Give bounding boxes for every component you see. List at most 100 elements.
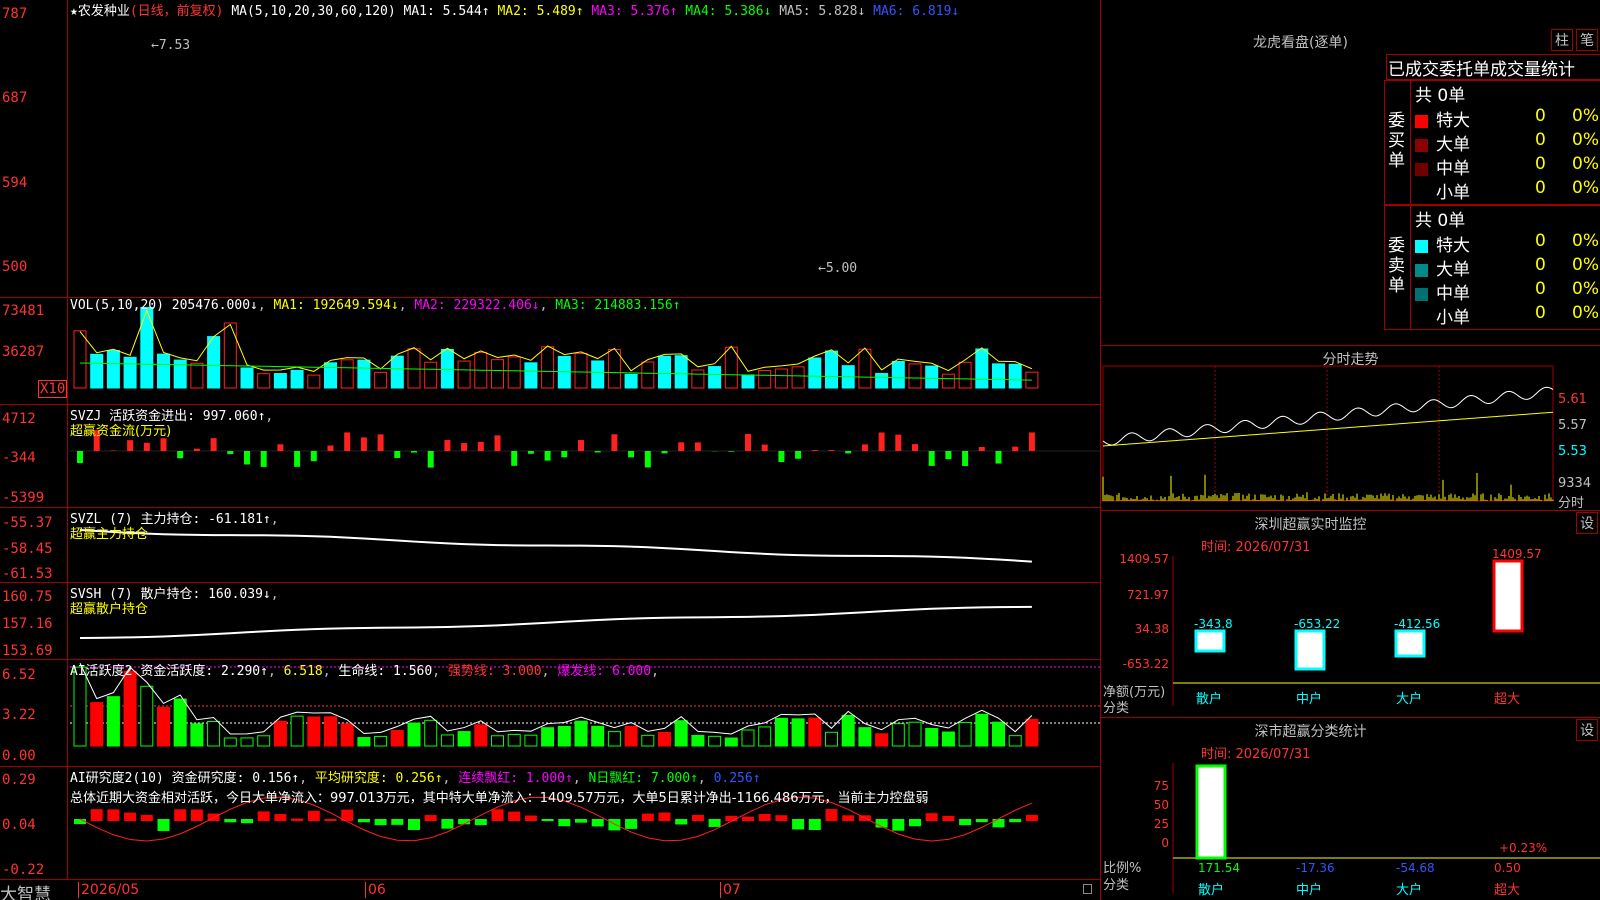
- volume-bar: [708, 366, 722, 389]
- flow-bar: [427, 451, 434, 468]
- sell-row: 中单: [1415, 279, 1470, 304]
- volume-bar: [457, 360, 471, 389]
- kline-panel[interactable]: 787 687 594 500 ★农发种业(日线，前复权) MA(5,10,20…: [0, 0, 1100, 298]
- flow-bar: [795, 451, 802, 459]
- ai1-l5: 爆发线: 6.000: [557, 664, 652, 679]
- activity-bar: [724, 737, 738, 747]
- monitor-tick: -653.22: [1123, 657, 1169, 671]
- buy-total: 共 0单: [1415, 86, 1466, 106]
- classify-panel: 深市超赢分类统计 设 时间: 2026/07/31 75 50 25 0 171.54 散…: [1100, 717, 1600, 900]
- ai-research-panel[interactable]: 0.29 0.04 -0.22 AI研究度2(10) 资金研究度: 0.156↑…: [0, 767, 1100, 880]
- monitor-tick: 34.38: [1135, 622, 1169, 636]
- trading-terminal: 787 687 594 500 ★农发种业(日线，前复权) MA(5,10,20…: [0, 0, 1600, 900]
- classify-tick: 75: [1154, 779, 1169, 793]
- sell-pct: 0%: [1572, 303, 1599, 323]
- bar-mode-button[interactable]: 柱: [1551, 29, 1573, 51]
- intraday-price-line: [1102, 386, 1554, 446]
- ai1-l2: 6.518: [283, 664, 323, 679]
- volume-bar: [424, 361, 438, 389]
- research-bar: [107, 809, 120, 821]
- research-bar: [508, 811, 521, 821]
- activity-bar: [674, 720, 688, 747]
- flow-bar: [310, 451, 317, 462]
- activity-bar: [507, 733, 521, 747]
- sell-total: 共 0单: [1415, 211, 1466, 231]
- volume-bar: [691, 369, 705, 389]
- research-bar: [174, 809, 187, 821]
- tick-mode-button[interactable]: 笔: [1576, 29, 1598, 51]
- volume-bar: [73, 330, 87, 389]
- stock-name[interactable]: 农发种业: [78, 4, 130, 19]
- lock-icon[interactable]: [1083, 884, 1092, 894]
- intraday-panel[interactable]: 分时走势 5.61 5.57 5.53 9334 分时: [1100, 345, 1600, 511]
- research-bar: [140, 814, 153, 821]
- volume-bar: [541, 346, 555, 389]
- svzl-panel[interactable]: -55.37 -58.45 -61.53 SVZL (7) 主力持仓: -61.…: [0, 508, 1100, 583]
- volume-bar: [591, 360, 605, 389]
- research-bar: [691, 814, 704, 821]
- vol-title: VOL(5,10,20): [70, 298, 164, 313]
- activity-bar: [708, 735, 722, 747]
- volume-bar: [858, 348, 872, 389]
- activity-bar: [307, 716, 321, 747]
- monitor-ylabel: 分类: [1103, 701, 1130, 716]
- ai-activity-panel[interactable]: 6.52 3.22 0.00 AI活跃度2 资金活跃度: 2.290↑, 6.5…: [0, 660, 1100, 767]
- volume-chart[interactable]: [0, 298, 1100, 405]
- research-bar: [808, 819, 821, 830]
- flow-bar: [628, 451, 635, 458]
- classify-tick: 50: [1154, 798, 1169, 812]
- volume-bar: [891, 360, 905, 389]
- x-label: 2026/05: [78, 882, 139, 898]
- flow-bar: [461, 443, 468, 451]
- star-icon[interactable]: ★: [70, 4, 78, 19]
- research-bar: [357, 819, 370, 823]
- research-bar: [842, 815, 855, 821]
- research-bar: [90, 809, 103, 821]
- volume-bar: [307, 374, 321, 389]
- research-bar: [725, 815, 738, 821]
- flow-bar: [644, 451, 651, 468]
- research-bar: [625, 819, 638, 829]
- volume-bar: [941, 373, 955, 389]
- ai1-l3: 生命线: 1.560: [338, 664, 433, 679]
- classify-pct-note: +0.23%: [1499, 841, 1548, 855]
- flow-bar: [878, 432, 885, 451]
- svsh-panel[interactable]: 160.75 157.16 153.69 SVSH (7) 散户持仓: 160.…: [0, 583, 1100, 660]
- period-label[interactable]: (日线，前复权): [130, 4, 224, 19]
- flow-bar: [995, 451, 1002, 464]
- volume-panel[interactable]: 73481 36287 X10 VOL(5,10,20) 205476.000↓…: [0, 298, 1100, 405]
- research-bar: [124, 812, 137, 821]
- ma5-value: MA5: 5.828↓: [779, 4, 866, 19]
- activity-bar: [340, 723, 354, 747]
- flow-bar: [578, 440, 584, 451]
- brand-logo: 大智慧: [0, 885, 51, 900]
- activity-bar: [240, 737, 254, 747]
- research-bar: [575, 819, 587, 823]
- research-bar: [959, 819, 972, 826]
- activity-bar: [808, 717, 822, 747]
- color-swatch: [1415, 114, 1428, 128]
- color-swatch: [1415, 239, 1428, 253]
- ai1-header: AI活跃度2 资金活跃度: 2.290↑, 6.518, 生命线: 1.560,…: [70, 664, 659, 679]
- research-bar: [224, 819, 237, 823]
- flow-bar: [277, 444, 284, 451]
- color-swatch: [1415, 162, 1428, 176]
- volume-bar: [825, 350, 838, 389]
- buy-count: 0: [1535, 178, 1546, 198]
- sell-count: 0: [1535, 303, 1546, 323]
- research-bar: [524, 815, 537, 821]
- intraday-chart[interactable]: [1101, 346, 1600, 511]
- classify-bar-value: -54.68: [1396, 861, 1435, 875]
- classify-bar-value: 171.54: [1198, 861, 1240, 875]
- activity-bar: [658, 731, 671, 747]
- volume-bar: [1008, 363, 1022, 389]
- volume-bar: [958, 361, 972, 389]
- volume-bar: [240, 367, 254, 389]
- flow-bar: [411, 451, 417, 453]
- classify-cat-label: 中户: [1296, 882, 1322, 898]
- activity-bar: [574, 720, 588, 747]
- svzj-panel[interactable]: 4712 -344 -5399 SVZJ 活跃资金进出: 997.060↑, 超…: [0, 405, 1100, 508]
- flow-bar: [110, 450, 117, 451]
- ma3-value: MA3: 5.376↑: [591, 4, 678, 19]
- volume-bar: [658, 355, 671, 389]
